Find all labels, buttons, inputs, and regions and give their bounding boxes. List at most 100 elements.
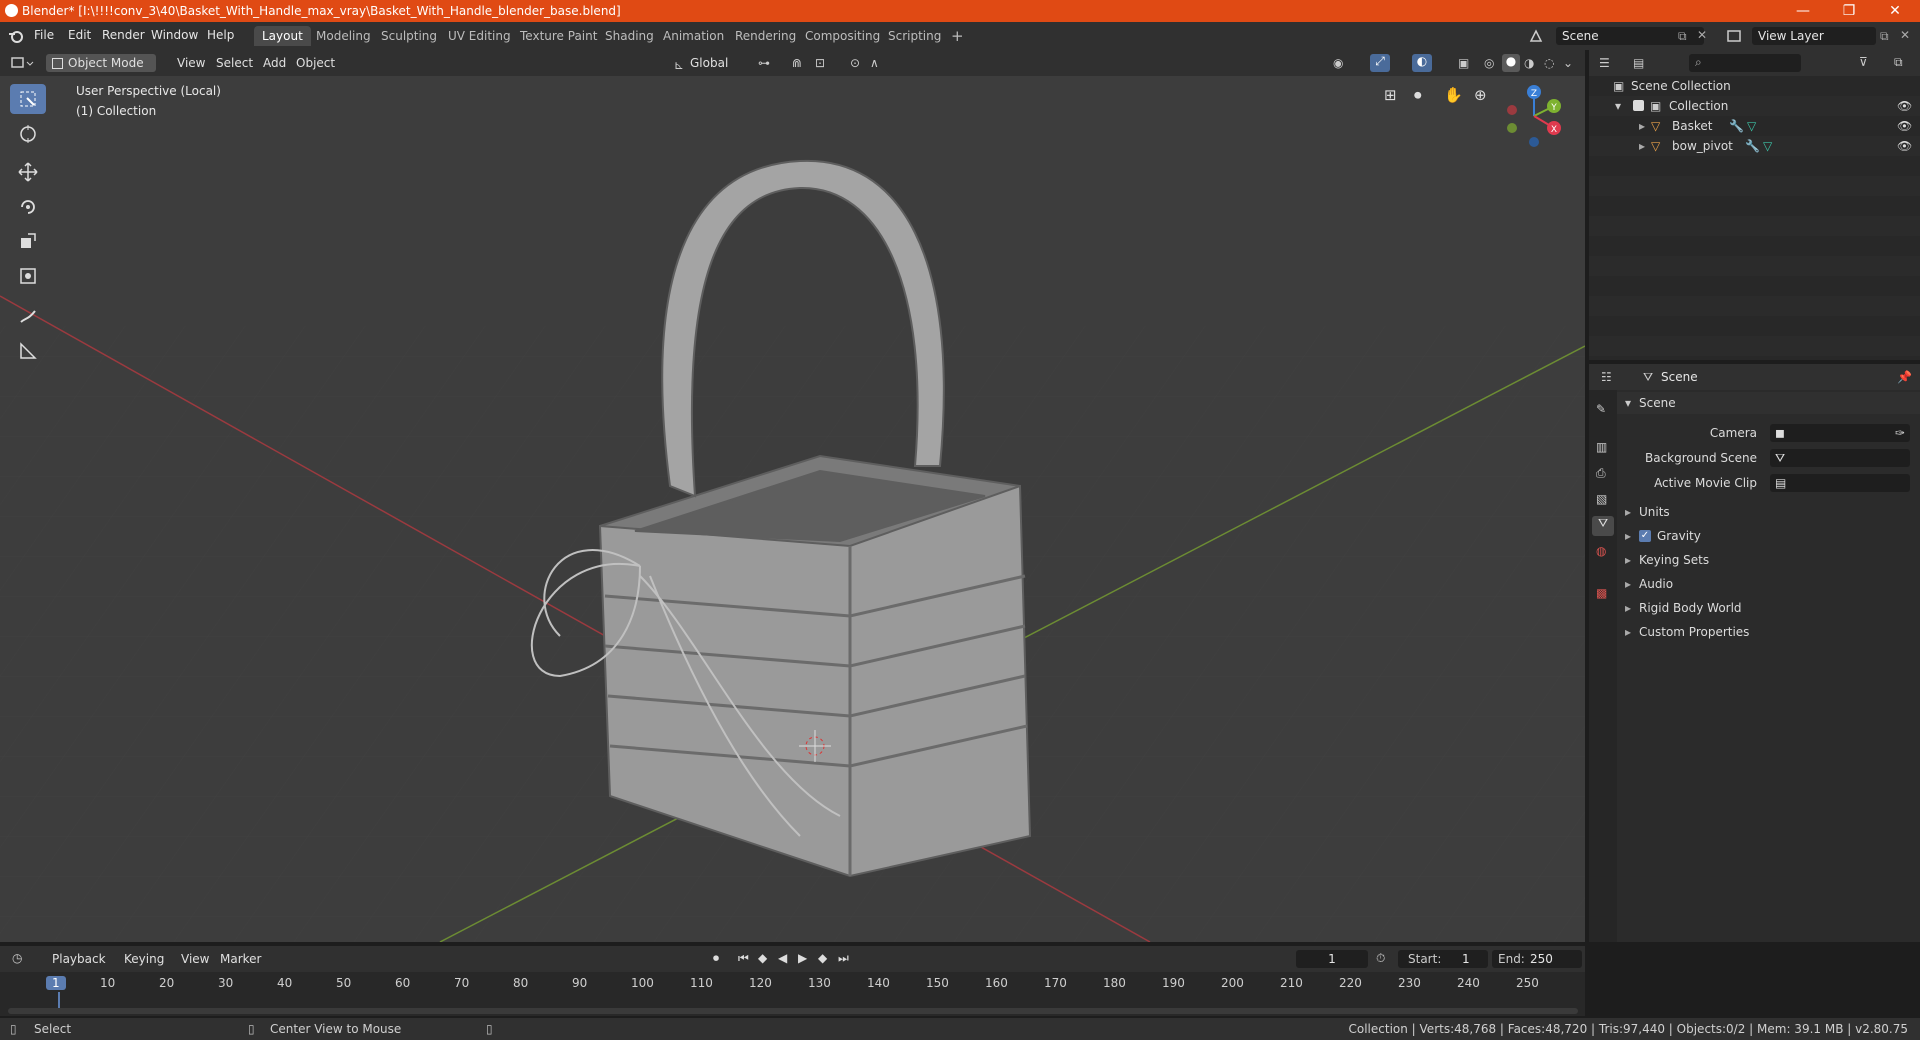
menu-timeline-view[interactable]: View [175,950,215,968]
menu-keying[interactable]: Keying [118,950,170,968]
timeline-current-frame-marker[interactable]: 1 [46,976,66,990]
menu-marker[interactable]: Marker [214,950,267,968]
annotate-tool[interactable] [10,302,46,332]
3d-viewport[interactable]: User Perspective (Local) (1) Collection … [0,76,1585,942]
object-visibility-icon[interactable]: 👁 [1897,136,1912,156]
modifier-icon[interactable]: 🔧 [1729,116,1744,136]
modifier-icon[interactable]: 🔧 [1745,136,1760,156]
current-frame-field[interactable]: 1 [1296,950,1368,968]
gravity-checkbox[interactable]: ✓ [1639,530,1651,542]
play-reverse-icon[interactable]: ◀ [778,951,787,965]
filter-icon[interactable]: ⊽ [1859,55,1868,69]
new-collection-icon[interactable]: ⧉ [1894,55,1903,70]
grid-view-icon[interactable]: ⊞ [1384,86,1397,104]
expand-arrow-icon[interactable]: ▾ [1615,96,1621,116]
menu-help[interactable]: Help [207,28,234,42]
tab-compositing[interactable]: Compositing [797,26,888,46]
tab-modeling[interactable]: Modeling [308,26,379,46]
collection-checkbox[interactable] [1633,100,1644,111]
maximize-button[interactable]: ❐ [1826,0,1872,22]
jump-end-icon[interactable]: ⏭ [838,951,849,966]
editor-type-icon[interactable] [10,55,34,71]
outliner-object-bow-pivot[interactable]: ▸ ▽ bow_pivot 🔧 ▽ 👁 [1589,136,1920,156]
scene-tab-icon[interactable]: ⛛ [1592,516,1614,536]
overlay-toggle-icon[interactable]: ◐ [1412,54,1432,72]
world-tab-icon[interactable]: ◍ [1596,544,1606,558]
tab-shading[interactable]: Shading [597,26,662,46]
tab-uv-editing[interactable]: UV Editing [440,26,519,46]
close-button[interactable]: ✕ [1872,0,1918,22]
tab-texture-paint[interactable]: Texture Paint [512,26,605,46]
visibility-icon[interactable]: ◉ [1333,56,1343,70]
outliner-collection[interactable]: ▾ ▣ Collection 👁 [1589,96,1920,116]
stopwatch-icon[interactable]: ⏱ [1376,951,1385,966]
tab-scripting[interactable]: Scripting [880,26,949,46]
panel-units[interactable]: ▸ Units [1617,501,1920,523]
transform-tool[interactable] [10,261,46,291]
pan-view-icon[interactable]: ✋ [1444,86,1463,104]
camera-view-icon[interactable]: ⏺ [1414,86,1422,104]
panel-keying-sets[interactable]: ▸ Keying Sets [1617,549,1920,571]
xray-icon[interactable]: ▣ [1458,56,1469,70]
blender-menu-icon[interactable] [8,28,24,44]
view-layer-tab-icon[interactable]: ▧ [1596,492,1607,506]
scene-icon[interactable] [1528,28,1544,44]
menu-edit[interactable]: Edit [68,28,91,42]
menu-view[interactable]: View [171,54,211,72]
wireframe-shading-icon[interactable]: ◎ [1484,56,1494,70]
proportional-edit-icon[interactable]: ⊙ [850,56,860,70]
panel-audio[interactable]: ▸ Audio [1617,573,1920,595]
cursor-tool[interactable] [10,119,46,149]
measure-tool[interactable] [10,336,46,366]
gizmo-toggle-icon[interactable]: ⤢ [1370,54,1390,72]
menu-file[interactable]: File [34,28,54,42]
record-icon[interactable]: ⏺ [713,951,719,966]
panel-rigid-body-world[interactable]: ▸ Rigid Body World [1617,597,1920,619]
timeline[interactable]: 1 10 20 30 40 50 60 70 80 90 100 110 120 130 140 150 160… [0,972,1585,1016]
tool-tab-icon[interactable]: ✎ [1596,402,1606,416]
tab-animation[interactable]: Animation [655,26,732,46]
output-tab-icon[interactable]: ⎙ [1596,466,1606,481]
minimize-button[interactable]: — [1780,0,1826,22]
solid-shading-icon[interactable]: ● [1502,54,1520,72]
outliner-editor-icon[interactable]: ☰ [1599,56,1610,70]
scale-tool[interactable] [10,226,46,256]
new-scene-icon[interactable]: ⧉ [1678,29,1687,44]
prev-keyframe-icon[interactable]: ◆ [758,951,767,965]
outliner-scene-collection[interactable]: ▣ Scene Collection [1589,76,1920,96]
add-workspace-button[interactable]: + [943,26,972,46]
playhead-line[interactable] [58,992,60,1008]
display-mode-icon[interactable]: ▤ [1633,56,1644,70]
play-icon[interactable]: ▶ [798,951,807,965]
panel-custom-properties[interactable]: ▸ Custom Properties [1617,621,1920,643]
mesh-data-icon[interactable]: ▽ [1763,136,1772,156]
material-shading-icon[interactable]: ◑ [1524,56,1534,70]
camera-field[interactable] [1770,424,1910,442]
shading-options-icon[interactable]: ⌄ [1563,56,1573,70]
pivot-icon[interactable]: ⊶ [758,56,770,70]
mesh-data-icon[interactable]: ▽ [1747,116,1756,136]
menu-playback[interactable]: Playback [46,950,112,968]
active-movie-clip-field[interactable] [1770,474,1910,492]
collection-visibility-icon[interactable]: 👁 [1897,96,1912,116]
select-box-tool[interactable] [10,84,46,114]
eyedropper-icon[interactable]: ✑ [1895,422,1905,444]
outliner-object-basket[interactable]: ▸ ▽ Basket 🔧 ▽ 👁 [1589,116,1920,136]
texture-tab-icon[interactable]: ▩ [1596,586,1607,600]
pin-icon[interactable]: 📌 [1897,370,1912,384]
remove-view-layer-icon[interactable]: ✕ [1900,28,1910,42]
object-visibility-icon[interactable]: 👁 [1897,116,1912,136]
next-keyframe-icon[interactable]: ◆ [818,951,827,965]
falloff-icon[interactable]: ∧ [870,56,879,70]
background-scene-field[interactable] [1770,449,1910,467]
render-tab-icon[interactable]: ▥ [1596,440,1607,454]
view-layer-selector[interactable]: View Layer [1752,27,1876,45]
delete-scene-icon[interactable]: ✕ [1697,28,1707,42]
tab-sculpting[interactable]: Sculpting [373,26,445,46]
properties-editor-icon[interactable]: ☷ [1601,370,1612,384]
timeline-scrollbar[interactable] [8,1008,1578,1014]
menu-add[interactable]: Add [257,54,292,72]
zoom-view-icon[interactable]: ⊕ [1474,86,1487,104]
rendered-shading-icon[interactable]: ◌ [1544,56,1554,70]
tab-rendering[interactable]: Rendering [727,26,804,46]
